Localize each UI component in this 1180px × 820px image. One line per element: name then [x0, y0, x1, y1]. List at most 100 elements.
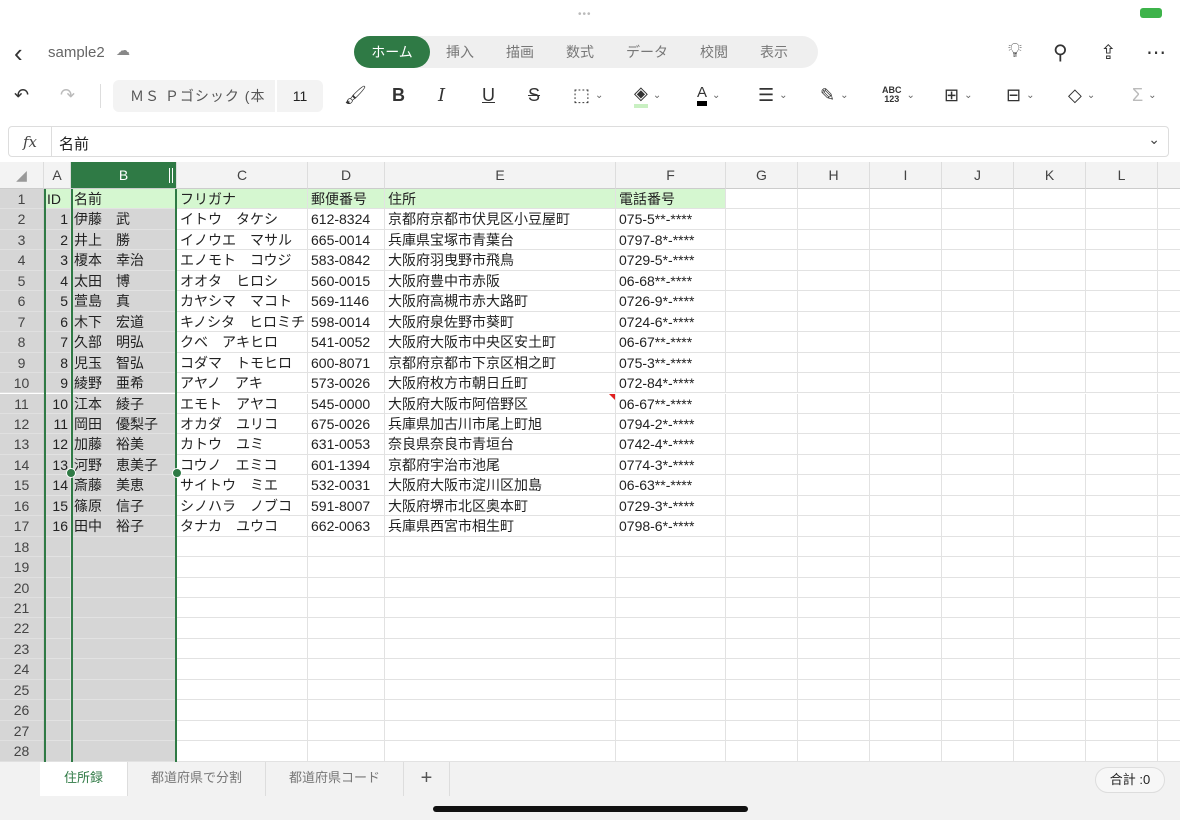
cell[interactable]: 9 [44, 373, 71, 394]
sheet-tab-2[interactable]: 都道府県コード [266, 762, 404, 796]
cell[interactable] [798, 209, 870, 230]
cell[interactable] [1086, 679, 1158, 701]
cell[interactable] [308, 679, 385, 701]
cell[interactable]: 560-0015 [308, 270, 385, 292]
cell[interactable] [798, 434, 870, 455]
row-header-10[interactable]: 10 [0, 373, 44, 394]
tab-4[interactable]: データ [610, 36, 684, 68]
cell[interactable] [1086, 229, 1158, 251]
cell[interactable]: 0726-9*-**** [616, 291, 726, 312]
cell[interactable] [308, 741, 385, 762]
cell[interactable]: アヤノ アキ [177, 373, 308, 394]
cell[interactable] [1014, 659, 1086, 680]
cell[interactable] [1158, 291, 1180, 312]
cell[interactable] [616, 598, 726, 619]
align-button[interactable]: ☰ ⌄ [758, 80, 788, 110]
cell[interactable] [798, 332, 870, 353]
cell[interactable] [726, 638, 798, 660]
undo-icon[interactable]: ↶ [14, 80, 29, 110]
cell[interactable] [870, 291, 942, 312]
cell[interactable]: 075-3**-**** [616, 352, 726, 374]
cell[interactable]: 電話番号 [616, 189, 726, 210]
cell[interactable] [726, 250, 798, 271]
clear-button[interactable]: ◇ ⌄ [1068, 80, 1095, 110]
cell[interactable] [1158, 271, 1180, 292]
cell[interactable] [1086, 577, 1158, 598]
cell[interactable] [1086, 189, 1158, 210]
cell[interactable] [1158, 618, 1180, 639]
cell[interactable] [726, 720, 798, 742]
column-header-K[interactable]: K [1014, 162, 1086, 189]
cell[interactable] [616, 536, 726, 558]
cell[interactable]: 15 [44, 495, 71, 517]
cell[interactable]: 541-0052 [308, 332, 385, 353]
cell[interactable] [385, 638, 616, 660]
cell[interactable]: 兵庫県加古川市尾上町旭 [385, 413, 616, 435]
row-header-3[interactable]: 3 [0, 229, 44, 251]
cell[interactable]: 0742-4*-**** [616, 434, 726, 455]
cell[interactable] [1014, 413, 1086, 435]
formula-bar[interactable]: fx 名前 ⌄ [8, 126, 1169, 157]
cell[interactable]: 2 [44, 229, 71, 251]
cell[interactable] [870, 638, 942, 660]
cell[interactable]: 612-8324 [308, 209, 385, 230]
cell[interactable]: 大阪府羽曳野市飛鳥 [385, 250, 616, 271]
row-header-1[interactable]: 1 [0, 189, 44, 210]
cell[interactable] [1086, 720, 1158, 742]
row-header-13[interactable]: 13 [0, 434, 44, 455]
cell[interactable] [798, 638, 870, 660]
cell[interactable] [1014, 454, 1086, 476]
cell[interactable] [308, 618, 385, 639]
cell[interactable] [177, 638, 308, 660]
cell[interactable] [870, 454, 942, 476]
row-header-20[interactable]: 20 [0, 577, 44, 598]
cell[interactable] [942, 189, 1014, 210]
cell[interactable] [1158, 680, 1180, 701]
cell[interactable] [1158, 230, 1180, 251]
cell[interactable]: 住所 [385, 189, 616, 210]
cell[interactable] [177, 720, 308, 742]
cell[interactable] [942, 311, 1014, 333]
cell[interactable] [798, 720, 870, 742]
row-header-8[interactable]: 8 [0, 332, 44, 353]
cell[interactable] [726, 434, 798, 455]
cell[interactable] [870, 577, 942, 598]
cell[interactable] [1014, 516, 1086, 537]
lightbulb-icon[interactable]: 💡︎ [1008, 40, 1022, 63]
tab-2[interactable]: 描画 [490, 36, 550, 68]
cell[interactable] [1086, 516, 1158, 537]
cell[interactable] [1086, 618, 1158, 639]
cell[interactable]: クベ アキヒロ [177, 332, 308, 353]
cell[interactable] [942, 598, 1014, 619]
column-resize-handle[interactable] [169, 168, 173, 183]
cell[interactable] [1158, 496, 1180, 517]
cell[interactable] [942, 618, 1014, 639]
table-button[interactable]: ⊞ ⌄ [944, 80, 972, 110]
cell[interactable] [1086, 475, 1158, 496]
fill-color-button[interactable]: ◈ ⌄ [634, 80, 661, 110]
cell[interactable]: 郵便番号 [308, 189, 385, 210]
italic-icon[interactable]: I [438, 80, 445, 110]
cell[interactable]: 14 [44, 475, 71, 496]
cell[interactable]: オオタ ヒロシ [177, 270, 308, 292]
number-format-button[interactable]: ABC 123 ⌄ [882, 80, 915, 110]
cell[interactable] [308, 536, 385, 558]
cell[interactable] [942, 700, 1014, 721]
cell[interactable]: 0774-3*-**** [616, 454, 726, 476]
cell[interactable] [726, 679, 798, 701]
cell[interactable] [616, 700, 726, 721]
cell[interactable] [942, 516, 1014, 537]
cell[interactable] [385, 557, 616, 578]
cell[interactable]: 大阪府堺市北区奥本町 [385, 495, 616, 517]
cell[interactable] [44, 700, 71, 721]
cell[interactable]: コウノ エミコ [177, 454, 308, 476]
cell[interactable] [308, 598, 385, 619]
cell[interactable] [942, 229, 1014, 251]
cell[interactable] [870, 413, 942, 435]
cell[interactable] [870, 495, 942, 517]
cell[interactable]: 4 [44, 270, 71, 292]
cell[interactable] [726, 229, 798, 251]
cell[interactable] [1014, 332, 1086, 353]
row-header-25[interactable]: 25 [0, 679, 44, 701]
cell[interactable] [870, 659, 942, 680]
